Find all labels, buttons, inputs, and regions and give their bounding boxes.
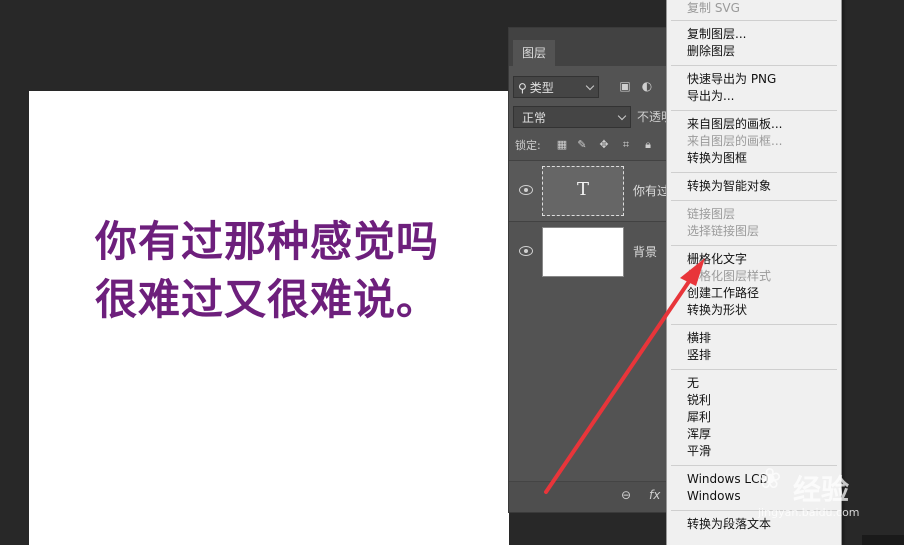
menu-separator bbox=[671, 324, 837, 325]
menu-separator bbox=[671, 65, 837, 66]
lock-transparent-icon[interactable]: ▦ bbox=[555, 138, 569, 152]
search-icon: ⚲ bbox=[518, 81, 527, 95]
menu-separator bbox=[671, 172, 837, 173]
canvas-text-layer[interactable]: 你有过那种感觉吗 很难过又很难说。 bbox=[95, 213, 509, 329]
menu-item-convert-to-shape[interactable]: 转换为形状 bbox=[687, 302, 747, 319]
blend-row: 正常 不透明 bbox=[513, 106, 667, 130]
paw-logo-icon: ❀ bbox=[758, 462, 782, 495]
lock-all-icon[interactable]: 🔒︎ bbox=[641, 138, 655, 152]
text-type-icon: T bbox=[576, 179, 589, 200]
blend-mode-select[interactable]: 正常 bbox=[513, 106, 631, 128]
menu-item-aa-smooth[interactable]: 平滑 bbox=[687, 443, 711, 460]
layer-filter-row: ⚲ 类型 ▣ ◐ bbox=[513, 76, 667, 100]
blend-mode-value: 正常 bbox=[522, 111, 547, 125]
menu-item-aa-strong[interactable]: 浑厚 bbox=[687, 426, 711, 443]
menu-item-export-as[interactable]: 导出为... bbox=[687, 88, 734, 105]
menu-item-delete-layer[interactable]: 删除图层 bbox=[687, 43, 735, 60]
canvas-text-line-2: 很难过又很难说。 bbox=[95, 275, 440, 324]
text-layer-thumbnail: T bbox=[542, 166, 624, 216]
panel-footer: ⊖ fx bbox=[509, 481, 667, 512]
watermark: ❀ 经验 jingyan.baidu.com bbox=[758, 448, 898, 528]
layer-row-text[interactable]: T 你有过 bbox=[509, 160, 667, 221]
layer-name: 背景 bbox=[633, 245, 658, 259]
menu-item-windows[interactable]: Windows bbox=[687, 488, 741, 505]
menu-separator bbox=[671, 200, 837, 201]
panel-tabbar: 图层 bbox=[509, 28, 667, 66]
opacity-label: 不透明 bbox=[637, 110, 667, 124]
lock-move-icon[interactable]: ✥ bbox=[597, 138, 611, 152]
fx-icon[interactable]: fx bbox=[649, 488, 660, 502]
image-filter-icon[interactable]: ▣ bbox=[617, 78, 633, 94]
menu-item-create-work-path[interactable]: 创建工作路径 bbox=[687, 285, 759, 302]
layer-row-background[interactable]: 背景 bbox=[509, 221, 667, 282]
chevron-down-icon bbox=[585, 81, 595, 91]
menu-item-frame-from-layers[interactable]: 来自图层的画框... bbox=[687, 133, 782, 150]
menu-item-aa-none[interactable]: 无 bbox=[687, 375, 699, 392]
lock-brush-icon[interactable]: ✎ bbox=[575, 138, 589, 152]
canvas-text-line-1: 你有过那种感觉吗 bbox=[95, 217, 440, 266]
corner-strip bbox=[862, 535, 904, 545]
layers-panel: 图层 ⚲类型 ▣ ◐ 正常 不透明 锁定: ▦ ✎ ✥ ⌗ 🔒︎ T 你有过 背… bbox=[508, 27, 668, 513]
lock-artboard-icon[interactable]: ⌗ bbox=[619, 138, 633, 152]
menu-separator bbox=[671, 20, 837, 21]
menu-item-convert-to-frame[interactable]: 转换为图框 bbox=[687, 150, 747, 167]
menu-separator bbox=[671, 110, 837, 111]
menu-item-rasterize-layer-style[interactable]: 栅格化图层样式 bbox=[687, 268, 771, 285]
menu-item-quick-export-png[interactable]: 快速导出为 PNG bbox=[687, 71, 776, 88]
menu-item-link-layers[interactable]: 链接图层 bbox=[687, 206, 735, 223]
layer-name: 你有过 bbox=[633, 184, 668, 198]
background-layer-thumbnail bbox=[542, 227, 624, 277]
eye-icon[interactable] bbox=[519, 246, 533, 256]
menu-item-horizontal[interactable]: 横排 bbox=[687, 330, 711, 347]
filter-kind-select[interactable]: ⚲ 类型 bbox=[513, 76, 599, 98]
adjustment-filter-icon[interactable]: ◐ bbox=[639, 78, 655, 94]
menu-item-aa-crisp[interactable]: 犀利 bbox=[687, 409, 711, 426]
menu-item-aa-sharp[interactable]: 锐利 bbox=[687, 392, 711, 409]
menu-item-artboard-from-layers[interactable]: 来自图层的画板... bbox=[687, 116, 782, 133]
watermark-url: jingyan.baidu.com bbox=[758, 506, 860, 519]
menu-item-select-linked-layers[interactable]: 选择链接图层 bbox=[687, 223, 759, 240]
menu-item-copy-svg[interactable]: 复制 SVG bbox=[687, 0, 740, 17]
menu-item-rasterize-type[interactable]: 栅格化文字 bbox=[687, 251, 747, 268]
menu-item-vertical[interactable]: 竖排 bbox=[687, 347, 711, 364]
link-icon[interactable]: ⊖ bbox=[621, 488, 631, 502]
menu-separator bbox=[671, 369, 837, 370]
document-canvas[interactable]: 你有过那种感觉吗 很难过又很难说。 bbox=[29, 91, 509, 545]
menu-item-convert-smart-object[interactable]: 转换为智能对象 bbox=[687, 178, 771, 195]
lock-label: 锁定: bbox=[515, 139, 541, 152]
filter-kind-label: 类型 bbox=[529, 81, 554, 95]
menu-item-windows-lcd[interactable]: Windows LCD bbox=[687, 471, 769, 488]
watermark-text: 经验 bbox=[793, 473, 850, 506]
lock-row: 锁定: ▦ ✎ ✥ ⌗ 🔒︎ bbox=[515, 136, 667, 156]
menu-separator bbox=[671, 245, 837, 246]
eye-icon[interactable] bbox=[519, 185, 533, 195]
tab-layers[interactable]: 图层 bbox=[513, 40, 555, 66]
chevron-down-icon bbox=[617, 111, 627, 121]
menu-item-duplicate-layer[interactable]: 复制图层... bbox=[687, 26, 746, 43]
